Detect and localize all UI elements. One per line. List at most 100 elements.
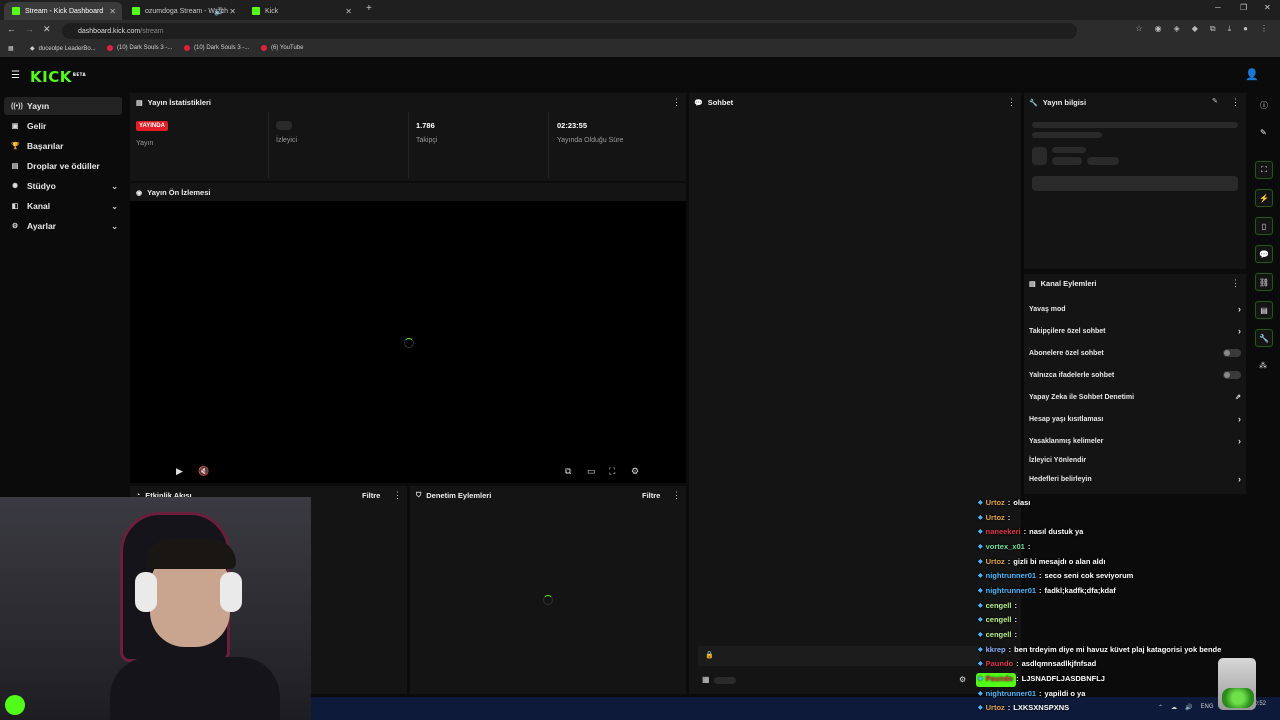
extension-icon[interactable]: ◈ [1174,24,1180,34]
fullscreen-icon[interactable]: ⛶ [609,466,615,477]
bookmark-item[interactable]: (10) Dark Souls 3 -... [184,45,249,51]
kick-mascot-icon [5,695,25,715]
menu-icon[interactable]: ⋮ [1260,24,1268,34]
settings-gear-icon[interactable]: ⚙ [631,466,639,477]
stream-preview-panel [130,183,686,483]
chat-header: 💬 Sohbet [694,98,733,107]
chat-username: vortex_x01 [985,542,1025,551]
rail-list-button[interactable]: ▤ [1255,301,1273,319]
info-circle-icon[interactable]: ⓘ [1260,100,1268,111]
gift-icon[interactable]: ▦ [702,675,710,684]
action-slow-mode[interactable]: Yavaş mod › [1029,302,1241,316]
chat-bubble-icon: 💬 [694,99,703,107]
sidebar-item-kanal[interactable]: ◧ Kanal ⌄ [4,197,122,215]
moderation-filter-button[interactable]: Filtre [642,491,660,500]
play-icon[interactable]: ▶ [176,466,183,477]
close-window-icon[interactable]: ✕ [1264,3,1271,12]
activity-filter-button[interactable]: Filtre [362,491,380,500]
chat-separator: : [1007,703,1011,712]
chat-input[interactable] [698,646,980,666]
chat-loading-bar [714,677,736,684]
activity-menu-icon[interactable]: ⋮ [393,490,402,501]
sidebar-item-gelir[interactable]: ▣ Gelir [4,117,122,135]
stats-menu-icon[interactable]: ⋮ [672,97,681,108]
chevron-right-icon: › [1238,414,1241,424]
emotes-only-toggle[interactable] [1223,371,1241,379]
profile-avatar-icon[interactable]: ● [1243,24,1248,34]
action-account-age[interactable]: Hesap yaşı kısıtlaması › [1029,412,1241,426]
browser-tab[interactable]: Kick ✕ [244,2,358,20]
chevron-down-icon: ⌄ [111,201,118,211]
sidebar-item-basarilar[interactable]: 🏆 Başarılar [4,137,122,155]
kick-logo[interactable]: KICKBETA [30,68,86,86]
edit-pencil-icon[interactable]: ✎ [1212,97,1218,105]
speaker-icon[interactable]: 🔊 [214,7,224,16]
action-followers-only[interactable]: Takipçilere özel sohbet › [1029,324,1241,338]
extension-icon[interactable]: ◉ [1155,24,1162,34]
bookmark-item[interactable]: (10) Dark Souls 3 -... [107,45,172,51]
action-label: İzleyici Yönlendir [1029,456,1087,464]
action-emotes-only[interactable]: Yalnızca ifadelerle sohbet [1029,368,1241,382]
panel-title: Sohbet [707,98,734,107]
subscribers-only-toggle[interactable] [1223,349,1241,357]
url-field[interactable]: dashboard.kick.com/stream [62,23,1077,39]
back-icon[interactable]: ← [7,24,16,34]
chat-menu-icon[interactable]: ⋮ [1007,97,1016,108]
close-tab-icon[interactable]: ✕ [345,7,352,16]
chat-overlay-message: ◆ Paundo: LJSNADFLJASDBNFLJ [978,674,1105,683]
action-goals[interactable]: Hedefleri belirleyin › [1029,472,1241,486]
sidebar-item-yayin[interactable]: ((•)) Yayın [4,97,122,115]
sidebar-item-ayarlar[interactable]: ⚙ Ayarlar ⌄ [4,217,122,235]
rail-chat-button[interactable]: 💬 [1255,245,1273,263]
new-tab-icon[interactable]: + [366,3,372,14]
chat-overlay-message: ◆ nightrunner01: fadkl;kadfk;dfa;kdaf [978,586,1116,595]
apps-icon[interactable]: ▦ [8,45,14,52]
bookmark-star-icon[interactable]: ☆ [1135,24,1142,34]
rail-lightning-button[interactable]: ⚡ [1255,189,1273,207]
info-menu-icon[interactable]: ⋮ [1231,97,1240,108]
rail-clip-button[interactable]: ⛶ [1255,161,1273,179]
extension-icon[interactable]: ◆ [1192,24,1198,34]
browser-tab[interactable]: Stream - Kick Dashboard ✕ [4,2,122,20]
chat-separator: : [1023,527,1027,536]
download-icon[interactable]: ⤓ [1228,24,1232,34]
action-banned-words[interactable]: Yasaklanmış kelimeler › [1029,434,1241,448]
channel-actions-menu-icon[interactable]: ⋮ [1231,278,1240,289]
uptime-label: Yayında Olduğu Süre [557,137,624,144]
sidebar-item-studyo[interactable]: ✺ Stüdyo ⌄ [4,177,122,195]
browser-tab[interactable]: ozumdoga Stream - Watch 🔊 ✕ [124,2,242,20]
action-ai-moderation[interactable]: Yapay Zeka ile Sohbet Denetimi ⇗ [1029,390,1241,404]
close-tab-icon[interactable]: ✕ [109,7,116,16]
puzzle-icon[interactable]: ⧉ [1210,24,1216,34]
action-raid[interactable]: İzleyici Yönlendir [1029,453,1241,467]
user-badge-icon: ◆ [978,529,983,535]
forward-icon[interactable]: → [25,24,34,34]
rail-document-button[interactable]: ▯ [1255,217,1273,235]
action-subscribers-only[interactable]: Abonelere özel sohbet [1029,346,1241,360]
pip-icon[interactable]: ⧉ [565,466,571,477]
chat-separator: : [1014,630,1017,639]
chat-separator: : [1007,557,1011,566]
stop-icon[interactable]: ✕ [43,24,51,35]
chat-username: Urtoz [985,513,1005,522]
chat-settings-icon[interactable]: ⚙ [959,675,966,684]
sidebar-item-droplar[interactable]: ▤ Droplar ve ödüller [4,157,122,175]
maximize-icon[interactable]: ❐ [1240,3,1247,12]
mute-icon[interactable]: 🔇 [198,466,209,477]
actions-icon: ▤ [1029,280,1036,288]
minimize-icon[interactable]: ─ [1215,3,1221,12]
hamburger-menu-icon[interactable]: ☰ [11,70,20,81]
pencil-icon[interactable]: ✎ [1260,128,1267,137]
close-tab-icon[interactable]: ✕ [229,7,236,16]
user-avatar[interactable]: 👤 [1245,68,1259,81]
chat-username: Urtoz [985,703,1005,712]
theater-icon[interactable]: ▭ [587,466,596,477]
rail-link-button[interactable]: ⛓ [1255,273,1273,291]
wallet-icon: ▣ [11,123,19,130]
followers-value: 1.786 [416,121,435,130]
connections-icon[interactable]: ⁂ [1259,361,1267,370]
moderation-menu-icon[interactable]: ⋮ [672,490,681,501]
bookmark-item[interactable]: (6) YouTube [261,45,303,51]
bookmark-item[interactable]: ◆ duceolpe LeaderBo... [30,45,96,53]
rail-wrench-button[interactable]: 🔧 [1255,329,1273,347]
